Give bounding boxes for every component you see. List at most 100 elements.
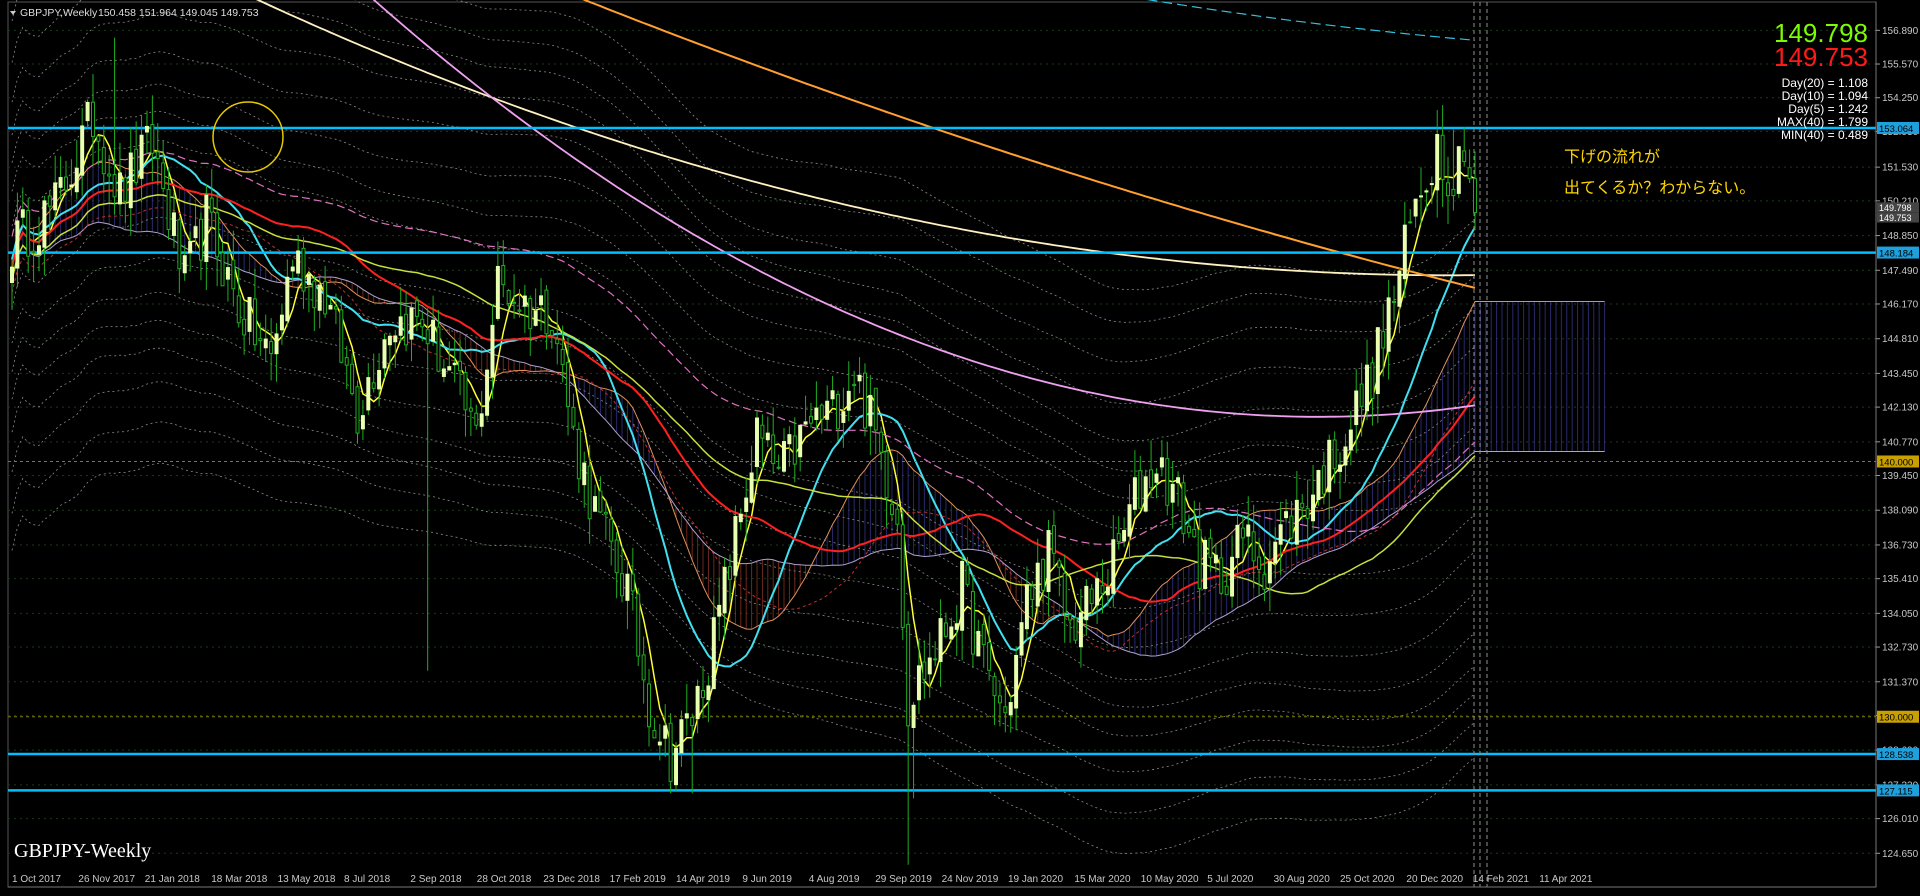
candle-body [1381, 331, 1386, 349]
candle-body [458, 360, 463, 372]
candle-body [506, 289, 511, 304]
price-tick-label: 154.250 [1882, 93, 1919, 104]
candle-body [53, 182, 58, 211]
candle-body [1127, 504, 1132, 537]
candle-body [571, 406, 576, 427]
candle-body [916, 665, 921, 701]
stat-line: MIN(40) = 0.489 [1781, 128, 1868, 142]
chart-symbol-label[interactable]: GBPJPY,Weekly [20, 7, 98, 19]
candle-body [96, 135, 101, 142]
price-chart[interactable]: 156.890155.570154.250152.930151.530150.2… [0, 0, 1920, 891]
candle-body [1375, 327, 1380, 395]
candle-body [209, 197, 214, 213]
time-tick-label: 10 May 2020 [1141, 874, 1199, 885]
candle-body [495, 265, 500, 319]
candle-body [171, 212, 176, 236]
candle-body [1467, 167, 1472, 180]
price-tick-label: 136.730 [1882, 540, 1919, 551]
candle-body [1284, 511, 1289, 519]
candle-body [1289, 515, 1294, 539]
time-tick-label: 28 Oct 2018 [477, 874, 532, 885]
candle-body [1100, 585, 1105, 594]
candle-body [771, 434, 776, 464]
candle-body [425, 329, 430, 345]
candle-body [900, 524, 905, 628]
candle-body [193, 226, 198, 239]
candle-body [1019, 622, 1024, 656]
candle-body [835, 393, 840, 430]
candle-body [1429, 183, 1434, 186]
candle-body [1024, 584, 1029, 630]
candle-body [231, 259, 236, 290]
candle-body [1224, 585, 1229, 596]
candle-body [414, 300, 419, 317]
candle-body [1440, 134, 1445, 181]
candle-body [252, 298, 257, 346]
time-tick-label: 30 Aug 2020 [1274, 874, 1331, 885]
candle-body [674, 747, 679, 786]
candle-body [943, 622, 948, 637]
candle-body [323, 281, 328, 315]
candle-body [139, 134, 144, 179]
candle-body [857, 374, 862, 382]
candle-body [188, 241, 193, 254]
candle-body [474, 412, 479, 426]
time-tick-label: 14 Feb 2021 [1473, 874, 1530, 885]
candle-body [447, 366, 452, 371]
candle-body [161, 162, 166, 190]
candle-body [895, 508, 900, 525]
candle-body [787, 434, 792, 445]
candle-body [792, 435, 797, 465]
candle-body [1095, 578, 1100, 606]
candle-body [47, 195, 52, 207]
price-tick-label: 147.490 [1882, 266, 1919, 277]
candle-body [333, 306, 338, 310]
candle-body [652, 730, 657, 739]
price-tick-label: 138.090 [1882, 506, 1919, 517]
candle-body [387, 335, 392, 346]
candle-body [549, 329, 554, 336]
candle-body [1046, 530, 1051, 593]
candle-body [1456, 146, 1461, 194]
time-tick-label: 15 Mar 2020 [1074, 874, 1131, 885]
candle-body [393, 335, 398, 343]
candle-body [1462, 150, 1467, 163]
time-tick-label: 11 Apr 2021 [1539, 874, 1593, 885]
candle-body [544, 289, 549, 335]
stat-line: MAX(40) = 1.799 [1777, 115, 1868, 129]
candle-body [204, 194, 209, 262]
gbpjpy-weekly-chart[interactable]: 156.890155.570154.250152.930151.530150.2… [0, 0, 1920, 891]
level-tag-label: 140.000 [1879, 457, 1913, 468]
candle-body [1230, 556, 1235, 597]
time-tick-label: 2 Sep 2018 [410, 874, 462, 885]
candle-body [220, 252, 225, 287]
candle-body [501, 264, 506, 286]
candle-body [992, 676, 997, 697]
candle-body [1122, 530, 1127, 542]
candle-body [198, 218, 203, 261]
candle-body [269, 341, 274, 354]
candle-body [1294, 499, 1299, 545]
current-price-tag-label: 149.798 [1879, 203, 1912, 213]
candle-body [1473, 178, 1477, 214]
candle-body [819, 404, 824, 420]
candle-body [1370, 362, 1375, 399]
time-tick-label: 24 Nov 2019 [942, 874, 999, 885]
candle-body [765, 432, 770, 441]
candle-body [749, 472, 754, 503]
candle-body [533, 310, 538, 326]
candle-body [155, 151, 160, 160]
candle-body [1235, 524, 1240, 559]
candle-body [755, 417, 759, 467]
candle-body [1165, 458, 1170, 506]
candle-body [722, 566, 727, 614]
candle-body [1321, 465, 1326, 495]
price-tick-label: 139.450 [1882, 471, 1919, 482]
candle-body [620, 573, 625, 597]
candle-body [614, 539, 619, 574]
candle-body [1359, 383, 1364, 407]
candle-body [852, 383, 857, 387]
candle-body [1408, 221, 1413, 224]
candle-body [101, 147, 106, 175]
candle-body [274, 333, 279, 355]
